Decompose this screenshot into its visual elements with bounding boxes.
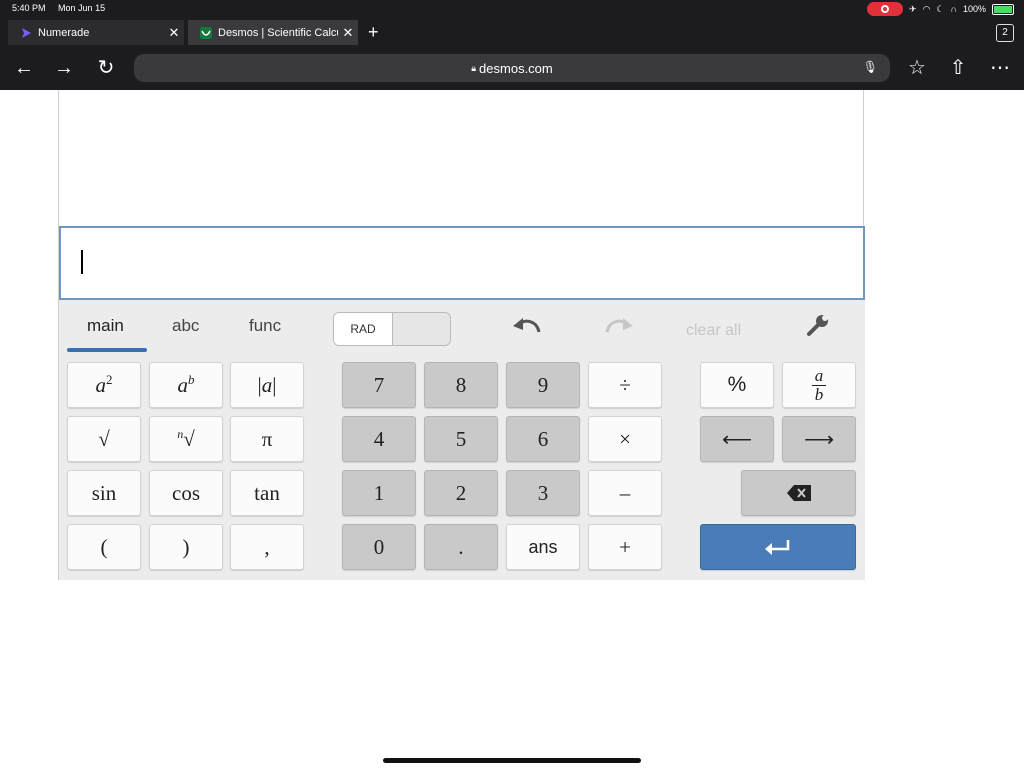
screen-record-icon bbox=[867, 2, 904, 16]
cos-key[interactable]: cos bbox=[149, 470, 223, 516]
sin-key[interactable]: sin bbox=[67, 470, 141, 516]
tab-strip: Numerade ✕ Desmos | Scientific Calculato… bbox=[0, 20, 1024, 46]
right-paren-key[interactable]: ) bbox=[149, 524, 223, 570]
tab-numerade[interactable]: Numerade ✕ bbox=[8, 20, 184, 45]
share-icon[interactable]: ⇧ bbox=[944, 54, 972, 82]
keypad: main abc func RAD clear all a2 ab |a| 7 … bbox=[59, 300, 865, 580]
keypad-tab-main[interactable]: main bbox=[87, 316, 124, 336]
microphone-icon[interactable]: 🎙︎ bbox=[863, 60, 878, 74]
expression-input[interactable] bbox=[59, 226, 865, 300]
url-text: desmos.com bbox=[479, 60, 553, 76]
tab-desmos[interactable]: Desmos | Scientific Calculator ✕ bbox=[188, 20, 358, 45]
absolute-value-key[interactable]: |a| bbox=[230, 362, 304, 408]
left-paren-key[interactable]: ( bbox=[67, 524, 141, 570]
undo-icon[interactable] bbox=[511, 312, 543, 336]
status-date: Mon Jun 15 bbox=[58, 3, 106, 13]
clear-all-button[interactable]: clear all bbox=[686, 322, 741, 340]
wifi-icon: ◠ bbox=[922, 3, 931, 14]
active-tab-indicator bbox=[67, 348, 147, 352]
one-key[interactable]: 1 bbox=[342, 470, 416, 516]
nine-key[interactable]: 9 bbox=[506, 362, 580, 408]
pi-key[interactable]: π bbox=[230, 416, 304, 462]
battery-percent: 100% bbox=[962, 4, 986, 14]
decimal-key[interactable]: . bbox=[424, 524, 498, 570]
wrench-icon[interactable] bbox=[805, 312, 831, 338]
browser-chrome: 5:40 PM Mon Jun 15 ✈ ◠ ☾ ∩ 100% Numerade… bbox=[0, 0, 1024, 90]
bookmark-star-icon[interactable]: ☆ bbox=[903, 54, 931, 82]
close-tab-icon[interactable]: ✕ bbox=[164, 25, 184, 41]
status-time: 5:40 PM bbox=[12, 3, 46, 13]
close-tab-icon[interactable]: ✕ bbox=[338, 25, 358, 41]
calculator-panel: main abc func RAD clear all a2 ab |a| 7 … bbox=[58, 90, 865, 580]
multiply-key[interactable]: × bbox=[588, 416, 662, 462]
right-arrow-icon: ⟶ bbox=[803, 427, 835, 451]
left-arrow-icon: ⟵ bbox=[721, 427, 753, 451]
back-arrow-icon[interactable]: ← bbox=[10, 54, 38, 82]
a-power-b-key[interactable]: ab bbox=[149, 362, 223, 408]
new-tab-button[interactable]: + bbox=[368, 20, 379, 45]
tan-key[interactable]: tan bbox=[230, 470, 304, 516]
angle-mode-toggle[interactable]: RAD bbox=[333, 312, 451, 346]
two-key[interactable]: 2 bbox=[424, 470, 498, 516]
cursor-left-key[interactable]: ⟵ bbox=[700, 416, 774, 462]
tab-title: Desmos | Scientific Calculator bbox=[218, 26, 338, 39]
return-arrow-icon bbox=[765, 540, 790, 555]
more-options-icon[interactable]: ⋯ bbox=[986, 54, 1014, 82]
lock-icon: 🔒︎ bbox=[471, 62, 477, 73]
backspace-icon bbox=[786, 485, 811, 501]
numerade-logo-icon bbox=[22, 27, 31, 38]
four-key[interactable]: 4 bbox=[342, 416, 416, 462]
five-key[interactable]: 5 bbox=[424, 416, 498, 462]
six-key[interactable]: 6 bbox=[506, 416, 580, 462]
keypad-tab-abc[interactable]: abc bbox=[172, 316, 199, 336]
desmos-logo-icon bbox=[200, 26, 212, 39]
percent-key[interactable]: % bbox=[700, 362, 774, 408]
seven-key[interactable]: 7 bbox=[342, 362, 416, 408]
zero-key[interactable]: 0 bbox=[342, 524, 416, 570]
cursor-right-key[interactable]: ⟶ bbox=[782, 416, 856, 462]
navigation-bar: ← → ↻ 🔒︎ desmos.com 🎙︎ ☆ ⇧ ⋯ bbox=[0, 48, 1024, 88]
eight-key[interactable]: 8 bbox=[424, 362, 498, 408]
redo-icon[interactable] bbox=[603, 312, 635, 336]
keypad-tab-func[interactable]: func bbox=[249, 316, 281, 336]
three-key[interactable]: 3 bbox=[506, 470, 580, 516]
moon-icon: ☾ bbox=[936, 3, 945, 14]
divide-key[interactable]: ÷ bbox=[588, 362, 662, 408]
comma-key[interactable]: , bbox=[230, 524, 304, 570]
battery-icon bbox=[992, 3, 1014, 15]
reload-icon[interactable]: ↻ bbox=[92, 54, 120, 82]
a-squared-key[interactable]: a2 bbox=[67, 362, 141, 408]
forward-arrow-icon[interactable]: → bbox=[50, 54, 78, 82]
nth-root-key[interactable]: n√ bbox=[149, 416, 223, 462]
enter-key[interactable] bbox=[700, 524, 856, 570]
address-bar[interactable]: 🔒︎ desmos.com 🎙︎ bbox=[134, 54, 890, 82]
status-bar: 5:40 PM Mon Jun 15 ✈ ◠ ☾ ∩ 100% bbox=[0, 0, 1024, 18]
airplane-icon: ✈ bbox=[909, 3, 917, 14]
fraction-key[interactable]: ab bbox=[782, 362, 856, 408]
tab-title: Numerade bbox=[38, 26, 90, 39]
backspace-key[interactable] bbox=[741, 470, 856, 516]
minus-key[interactable]: – bbox=[588, 470, 662, 516]
square-root-key[interactable]: √ bbox=[67, 416, 141, 462]
ans-key[interactable]: ans bbox=[506, 524, 580, 570]
home-indicator bbox=[383, 758, 641, 763]
tab-count-badge[interactable]: 2 bbox=[996, 24, 1014, 42]
headphones-icon: ∩ bbox=[950, 4, 957, 14]
plus-key[interactable]: + bbox=[588, 524, 662, 570]
angle-mode-label: RAD bbox=[334, 313, 393, 345]
text-cursor bbox=[81, 250, 83, 274]
